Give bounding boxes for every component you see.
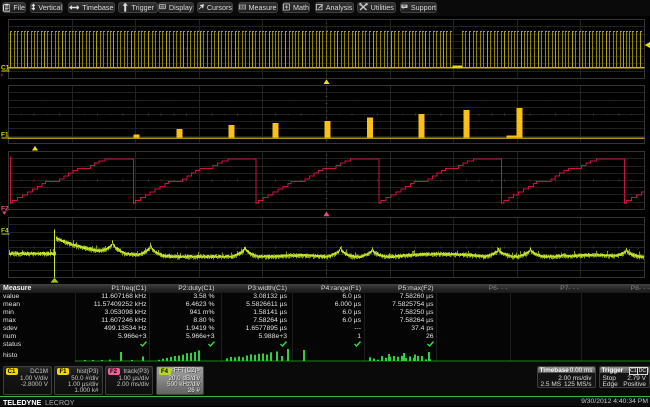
svg-text:F2: F2 [1, 205, 9, 212]
svg-text:C1: C1 [1, 64, 10, 71]
